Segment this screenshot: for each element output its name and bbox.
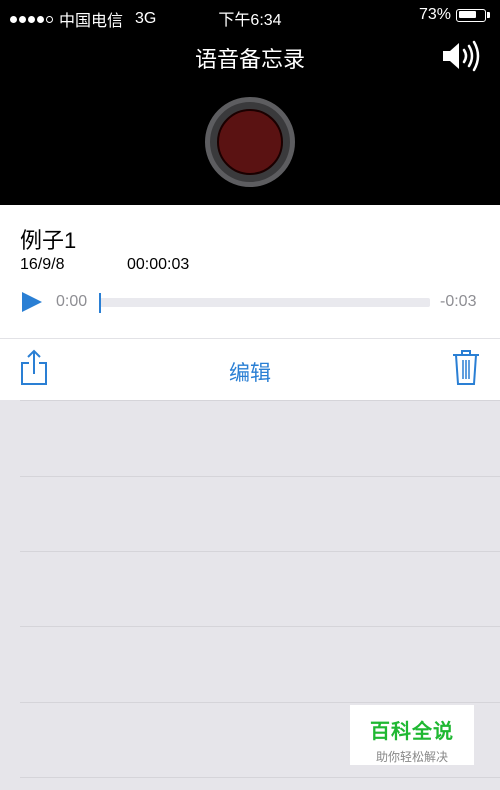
watermark-logo: 百科全说 助你轻松解决	[350, 705, 474, 765]
battery-percent: 73%	[418, 6, 451, 23]
scrubber-thumb[interactable]	[99, 293, 101, 313]
status-bar: 中国电信 3G 下午6:34 73%	[0, 0, 500, 30]
share-icon[interactable]	[20, 348, 48, 386]
recording-date: 16/9/8	[20, 256, 65, 273]
list-separator	[20, 777, 500, 778]
edit-button[interactable]: 编辑	[200, 357, 300, 387]
watermark-slogan: 助你轻松解决	[375, 750, 448, 764]
battery-icon	[456, 8, 486, 22]
play-icon[interactable]	[20, 291, 44, 313]
app-header: 语音备忘录	[0, 30, 500, 205]
recording-item[interactable]: 例子1 16/9/8 00:00:03 0:00 -0:03	[0, 205, 500, 338]
list-separator	[20, 551, 500, 552]
action-bar: 编辑	[0, 338, 500, 400]
speaker-volume-icon[interactable]	[440, 40, 480, 72]
list-separator	[20, 626, 500, 627]
page-title: 语音备忘录	[194, 47, 305, 72]
record-button-icon	[217, 109, 283, 175]
recording-duration: 00:00:03	[127, 256, 190, 273]
list-separator	[20, 476, 500, 477]
battery-status: 73%	[419, 6, 490, 24]
playback-scrubber[interactable]	[100, 298, 430, 307]
time-elapsed: 0:00	[56, 293, 88, 310]
time-remaining: -0:03	[440, 293, 477, 310]
battery-level-fill	[458, 11, 477, 18]
battery-tip	[487, 12, 490, 18]
list-separator	[20, 400, 500, 401]
record-button[interactable]	[205, 97, 295, 187]
recording-title: 例子1	[20, 228, 77, 253]
watermark-brand: 百科全说	[370, 721, 454, 743]
list-separator	[20, 702, 500, 703]
trash-icon[interactable]	[452, 348, 480, 386]
